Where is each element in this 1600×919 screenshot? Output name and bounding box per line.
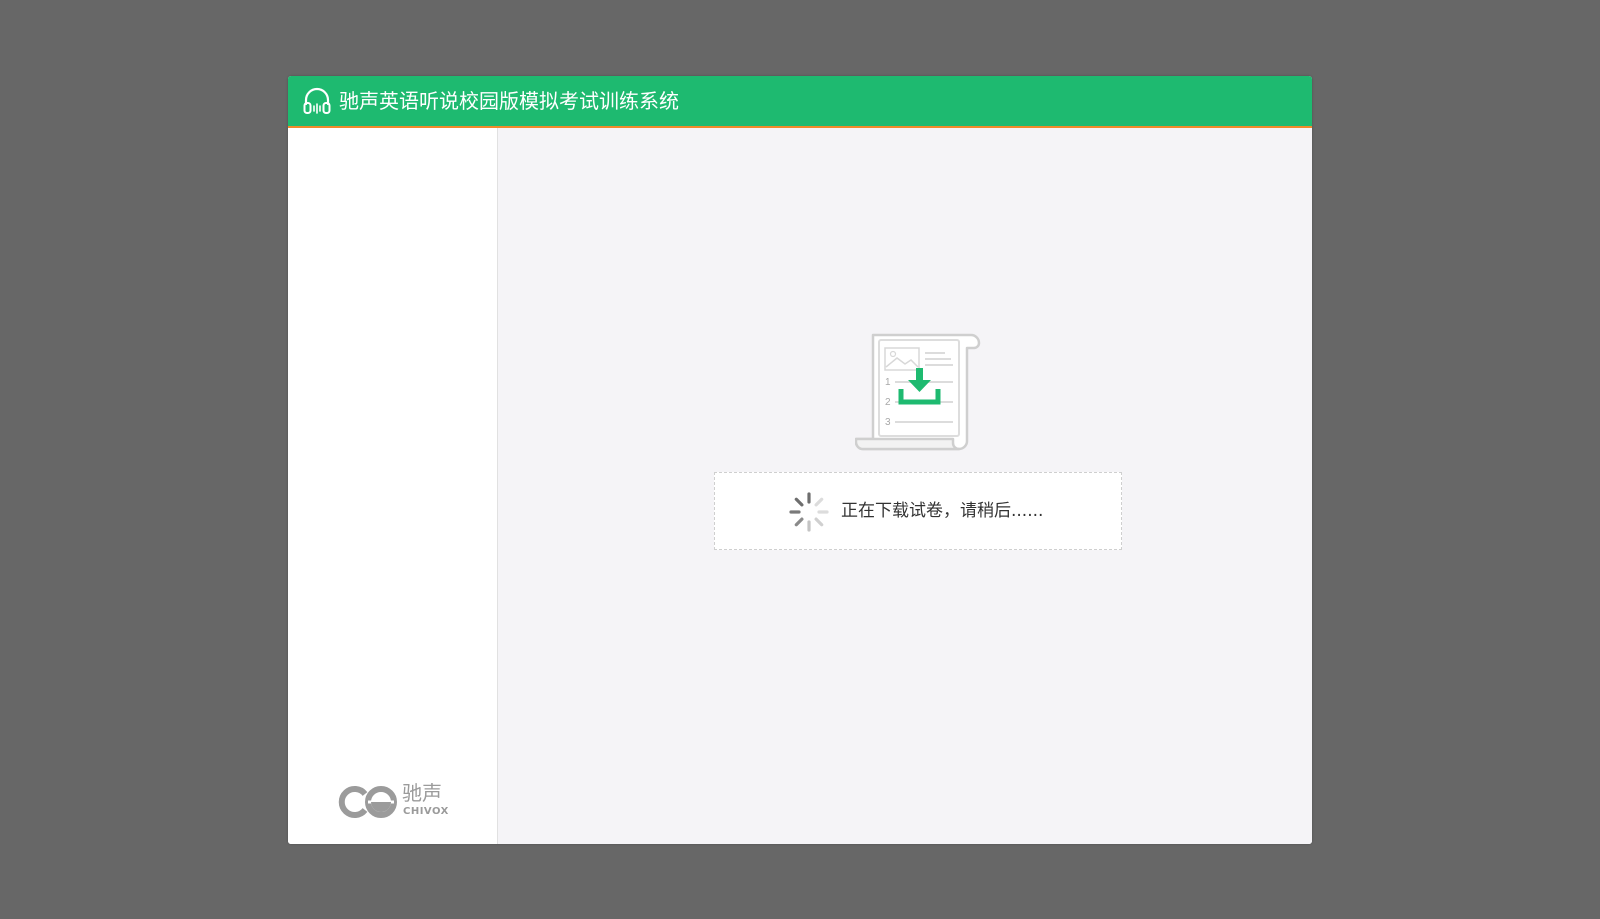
title-bar: 驰声英语听说校园版模拟考试训练系统: [288, 76, 1312, 128]
main-content: 1 2 3 正在下载试卷，请稍后......: [498, 128, 1312, 844]
sidebar: 驰声 CHIVOX: [288, 128, 498, 844]
headphones-icon: [303, 87, 331, 114]
brand-name-cn: 驰声: [402, 781, 442, 805]
download-status-text: 正在下载试卷，请稍后......: [841, 501, 1044, 521]
download-status-box: 正在下载试卷，请稍后......: [714, 472, 1122, 550]
app-window: 驰声英语听说校园版模拟考试训练系统 驰声 CHIVOX 1 2 3 正在下载试卷…: [288, 76, 1312, 844]
chivox-logo: 驰声 CHIVOX: [338, 782, 448, 822]
loading-spinner-icon: [789, 492, 829, 532]
paper-number-2: 2: [885, 397, 891, 408]
chivox-logo-mark-icon: [338, 786, 397, 818]
brand-name-en: CHIVOX: [403, 806, 449, 817]
paper-number-1: 1: [885, 377, 891, 388]
exam-paper-download-icon: 1 2 3: [855, 333, 981, 451]
paper-number-3: 3: [885, 417, 891, 428]
window-title: 驰声英语听说校园版模拟考试训练系统: [339, 89, 679, 113]
